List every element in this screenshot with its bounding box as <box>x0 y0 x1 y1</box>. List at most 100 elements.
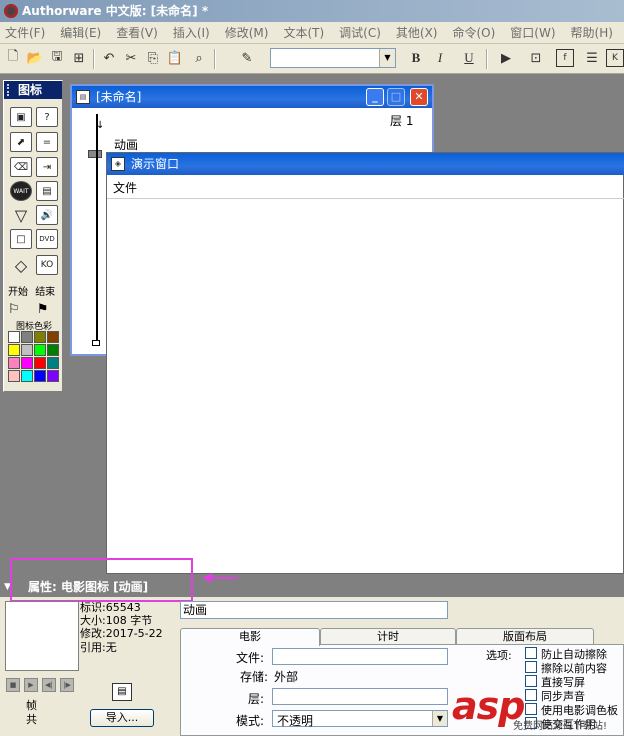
flow-icon-label[interactable]: 动画 <box>114 136 138 153</box>
layer-field-label: 层: <box>247 692 264 706</box>
design-window-title-bar[interactable]: ▤ [未命名] _ □ ✕ <box>72 86 432 108</box>
menu-insert[interactable]: 插入(I) <box>168 24 215 41</box>
presentation-menu-file[interactable]: 文件 <box>113 181 137 195</box>
presentation-window-title: 演示窗口 <box>131 157 180 171</box>
text-style-select[interactable]: ▼ <box>270 48 396 68</box>
option-checkbox[interactable] <box>525 647 537 659</box>
tab-timing[interactable]: 计时 <box>320 628 456 645</box>
menu-window[interactable]: 窗口(W) <box>505 24 560 41</box>
sound-icon[interactable]: 🔊 <box>36 205 58 225</box>
navigate-icon[interactable]: ⇥ <box>36 157 58 177</box>
italic-icon[interactable]: I <box>431 49 449 67</box>
save-all-icon[interactable]: 🖫 <box>48 49 66 67</box>
layer-indicator: 层 1 <box>390 114 414 128</box>
color-swatch[interactable] <box>47 357 59 369</box>
wait-icon[interactable]: WAIT <box>10 181 32 201</box>
app-title: Authorware 中文版: [未命名] * <box>22 4 209 18</box>
menu-other[interactable]: 其他(X) <box>391 24 443 41</box>
menu-edit[interactable]: 编辑(E) <box>55 24 106 41</box>
color-swatch[interactable] <box>8 344 20 356</box>
display-icon[interactable]: ▣ <box>10 107 32 127</box>
options-label: 选项: <box>486 649 512 662</box>
start-flag-icon[interactable]: ⚐ <box>8 302 20 317</box>
import-button[interactable]: 导入... <box>90 709 154 727</box>
color-swatch[interactable] <box>34 331 46 343</box>
option-checkbox[interactable] <box>525 689 537 701</box>
menu-text[interactable]: 文本(T) <box>278 24 329 41</box>
interaction-icon[interactable]: ? <box>36 107 58 127</box>
option-checkbox[interactable] <box>525 675 537 687</box>
color-swatch[interactable] <box>21 370 33 382</box>
dropdown-arrow-icon[interactable]: ▼ <box>432 711 447 726</box>
file-field[interactable] <box>272 648 448 665</box>
menu-modify[interactable]: 修改(M) <box>220 24 274 41</box>
framework-icon[interactable]: □ <box>10 229 32 249</box>
close-icon[interactable]: ✕ <box>410 88 428 106</box>
grip-icon[interactable] <box>7 84 13 96</box>
color-swatch[interactable] <box>8 331 20 343</box>
erase-icon[interactable]: ⌫ <box>10 157 32 177</box>
dvd-icon[interactable]: DVD <box>36 229 58 249</box>
find-icon[interactable]: ⌕ <box>190 49 208 67</box>
stop-icon[interactable]: ■ <box>6 678 20 692</box>
new-file-icon[interactable]: 🗋 <box>4 49 22 67</box>
minimize-icon[interactable]: _ <box>366 88 384 106</box>
color-swatch[interactable] <box>47 370 59 382</box>
color-swatch[interactable] <box>21 331 33 343</box>
map-icon[interactable]: ◇ <box>10 255 32 275</box>
menu-commands[interactable]: 命令(O) <box>447 24 500 41</box>
text-style-icon[interactable]: ✎ <box>238 49 256 67</box>
tab-layout[interactable]: 版面布局 <box>456 628 594 645</box>
end-flag-icon[interactable]: ⚑ <box>37 302 49 317</box>
layer-field[interactable] <box>272 688 448 705</box>
variables-icon[interactable]: ☰ <box>583 49 601 67</box>
color-swatch[interactable] <box>47 344 59 356</box>
menu-debug[interactable]: 调试(C) <box>334 24 386 41</box>
mode-label: 模式: <box>235 714 264 728</box>
knowledge-objects-icon[interactable]: K <box>606 49 624 67</box>
step-forward-icon[interactable]: |▶ <box>60 678 74 692</box>
design-window-title: [未命名] <box>96 90 142 104</box>
bold-icon[interactable]: B <box>407 49 425 67</box>
option-checkbox[interactable] <box>525 703 537 715</box>
control-panel-icon[interactable]: ⊡ <box>527 49 545 67</box>
movie-icon[interactable]: ▤ <box>36 181 58 201</box>
import-media-icon[interactable]: ⊞ <box>70 49 88 67</box>
dropdown-arrow-icon[interactable]: ▼ <box>379 49 395 67</box>
color-swatch[interactable] <box>8 357 20 369</box>
menu-file[interactable]: 文件(F) <box>0 24 50 41</box>
copy-icon[interactable]: ⎘ <box>144 49 162 67</box>
option-checkbox[interactable] <box>525 661 537 673</box>
icon-color-grid <box>8 331 60 382</box>
color-swatch[interactable] <box>47 331 59 343</box>
menu-view[interactable]: 查看(V) <box>111 24 163 41</box>
mode-select[interactable]: 不透明 ▼ <box>272 710 448 728</box>
underline-icon[interactable]: U <box>460 49 478 67</box>
color-swatch[interactable] <box>34 344 46 356</box>
movie-flow-icon[interactable] <box>88 150 102 158</box>
color-swatch[interactable] <box>34 370 46 382</box>
icon-palette-title[interactable]: 图标 <box>4 81 62 99</box>
functions-icon[interactable]: f <box>556 49 574 67</box>
color-swatch[interactable] <box>34 357 46 369</box>
maximize-icon[interactable]: □ <box>387 88 405 106</box>
color-swatch[interactable] <box>8 370 20 382</box>
open-file-icon[interactable]: 📂 <box>26 49 44 67</box>
watermark-subtitle: 免费网站源码下载站! <box>513 721 608 732</box>
color-swatch[interactable] <box>21 357 33 369</box>
undo-icon[interactable]: ↶ <box>100 49 118 67</box>
menu-help[interactable]: 帮助(H) <box>566 24 618 41</box>
calculation-icon[interactable]: = <box>36 132 58 152</box>
play-icon[interactable]: ▶ <box>24 678 38 692</box>
color-swatch[interactable] <box>21 344 33 356</box>
paste-icon[interactable]: 📋 <box>166 49 184 67</box>
icon-name-field[interactable]: 动画 <box>180 601 448 619</box>
run-icon[interactable]: ▶ <box>497 49 515 67</box>
decision-icon[interactable]: ▽ <box>10 205 32 225</box>
tab-movie[interactable]: 电影 <box>180 628 320 646</box>
knowledge-object-icon[interactable]: KO <box>36 255 58 275</box>
cut-icon[interactable]: ✂ <box>122 49 140 67</box>
motion-icon[interactable]: ⬈ <box>10 132 32 152</box>
presentation-window-title-bar[interactable]: ◈ 演示窗口 <box>107 153 624 175</box>
step-back-icon[interactable]: ◀| <box>42 678 56 692</box>
